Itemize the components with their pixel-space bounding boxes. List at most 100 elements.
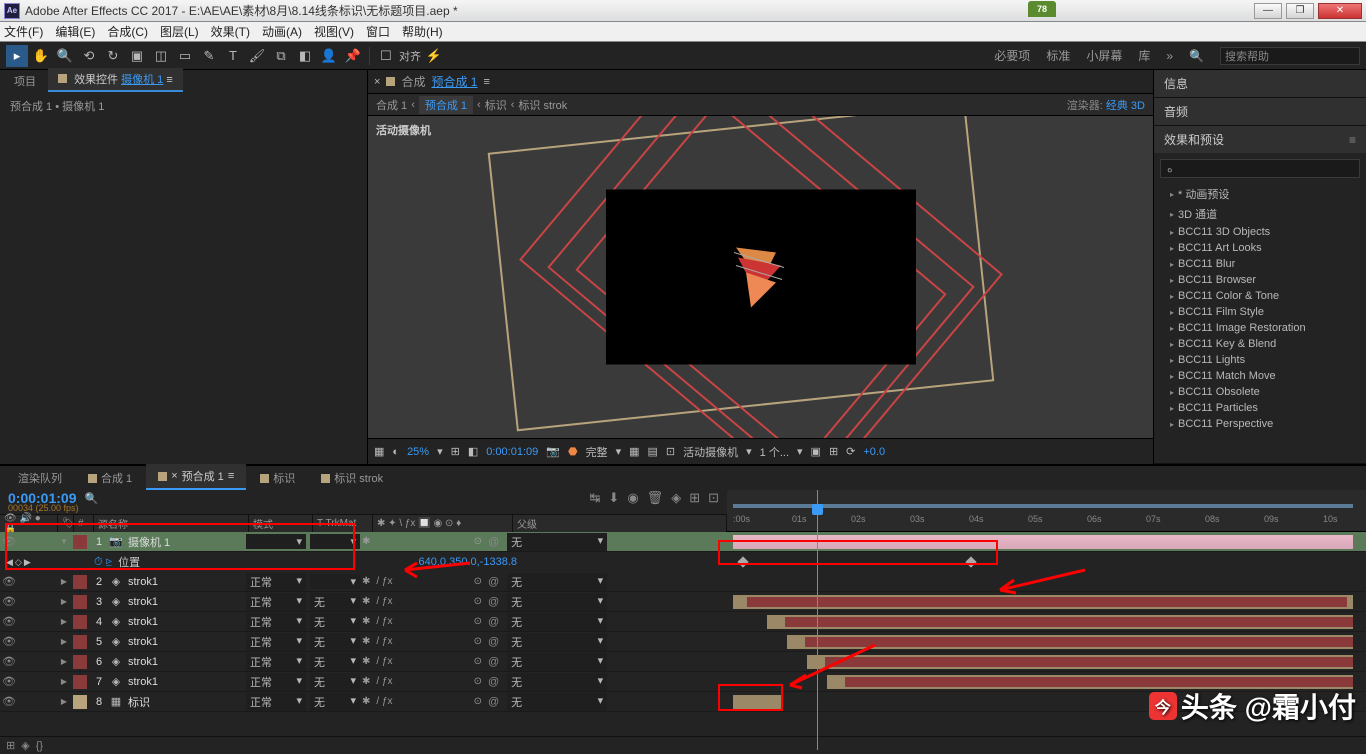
blend-mode[interactable]: 正常▾ — [246, 593, 306, 611]
switches[interactable]: ✱/ ƒx⊙ — [362, 636, 482, 647]
parent-select[interactable]: 无▾ — [507, 593, 607, 611]
alpha-icon[interactable]: ◐ — [392, 446, 399, 458]
bc-2[interactable]: 标识 — [485, 97, 507, 113]
switches[interactable]: ✱⊙ — [362, 536, 482, 547]
twirl-icon[interactable]: ▶ — [58, 697, 70, 706]
menu-edit[interactable]: 编辑(E) — [55, 23, 95, 40]
camera-tool[interactable]: ▣ — [126, 45, 148, 67]
guide-icon[interactable]: ▤ — [648, 445, 658, 458]
twirl-icon[interactable]: ▶ — [58, 677, 70, 686]
keyframe[interactable] — [737, 556, 748, 567]
layer-name[interactable]: strok1 — [124, 596, 244, 608]
minimize-button[interactable]: — — [1254, 3, 1282, 19]
label-color[interactable] — [73, 535, 87, 549]
visibility-toggle[interactable]: 👁 — [0, 695, 18, 708]
eraser-tool[interactable]: ◧ — [294, 45, 316, 67]
shape-tool[interactable]: ▭ — [174, 45, 196, 67]
toggle-switches-icon[interactable]: ⊞ — [6, 739, 15, 752]
bc-3[interactable]: 标识 strok — [518, 97, 567, 113]
layer-bar[interactable] — [733, 695, 783, 709]
menu-window[interactable]: 窗口 — [366, 23, 390, 40]
pen-tool[interactable]: ✎ — [198, 45, 220, 67]
timeline-tab[interactable]: × 预合成 1 ≡ — [146, 464, 246, 490]
trkmat[interactable]: 无▾ — [310, 653, 360, 671]
camera-select[interactable]: 活动摄像机 — [683, 444, 738, 460]
parent-select[interactable]: 无▾ — [507, 693, 607, 711]
lock-icon[interactable]: × — [374, 76, 380, 88]
label-color[interactable] — [73, 575, 87, 589]
parent-select[interactable]: 无▾ — [507, 673, 607, 691]
trkmat[interactable]: 无▾ — [310, 673, 360, 691]
parent-select[interactable]: 无▾ — [507, 613, 607, 631]
timeline-tab[interactable]: 合成 1 — [76, 466, 144, 490]
label-color[interactable] — [73, 675, 87, 689]
menu-effect[interactable]: 效果(T) — [211, 23, 250, 40]
layer-bar[interactable] — [733, 535, 1353, 549]
visibility-toggle[interactable]: 👁 — [0, 635, 18, 648]
bc-0[interactable]: 合成 1 — [376, 97, 407, 113]
mask-icon[interactable]: ⊡ — [666, 445, 675, 458]
pickwhip-icon[interactable]: @ — [482, 656, 505, 668]
pickwhip-icon[interactable]: @ — [482, 636, 505, 648]
pickwhip-icon[interactable]: @ — [482, 596, 505, 608]
maximize-button[interactable]: ❐ — [1286, 3, 1314, 19]
menu-view[interactable]: 视图(V) — [314, 23, 354, 40]
panbehind-tool[interactable]: ◫ — [150, 45, 172, 67]
parent-select[interactable]: 无▾ — [507, 573, 607, 591]
snap-toggle[interactable]: ☐ — [375, 45, 397, 67]
trkmat[interactable]: 无▾ — [310, 633, 360, 651]
timeline-tab[interactable]: 渲染队列 — [6, 466, 74, 490]
trkmat[interactable]: 无▾ — [310, 593, 360, 611]
selection-tool[interactable]: ▸ — [6, 45, 28, 67]
ws-standard[interactable]: 标准 — [1046, 47, 1070, 64]
puppet-tool[interactable]: 📌 — [342, 45, 364, 67]
trkmat[interactable]: 无▾ — [310, 693, 360, 711]
switches[interactable]: ✱/ ƒx⊙ — [362, 656, 482, 667]
visibility-toggle[interactable]: 👁 — [0, 655, 18, 668]
keyframe-nav[interactable]: ◀◇▶ — [0, 557, 50, 568]
clone-tool[interactable]: ⧉ — [270, 45, 292, 67]
res-icon[interactable]: ⊞ — [451, 445, 460, 458]
label-color[interactable] — [73, 595, 87, 609]
layer-row[interactable]: 👁 ▼ 1 📷 摄像机 1 ▾ ▾ ✱⊙ @ 无▾ — [0, 532, 1366, 552]
ws-more[interactable]: » — [1166, 49, 1173, 63]
layer-row[interactable]: 👁 ▶ 3 ◈ strok1 正常▾ 无▾ ✱/ ƒx⊙ @ 无▾ — [0, 592, 1366, 612]
blend-mode[interactable]: 正常▾ — [246, 613, 306, 631]
visibility-toggle[interactable]: 👁 — [0, 575, 18, 588]
layer-row[interactable]: 👁 ▶ 5 ◈ strok1 正常▾ 无▾ ✱/ ƒx⊙ @ 无▾ — [0, 632, 1366, 652]
preset-item[interactable]: BCC11 Art Looks — [1154, 240, 1366, 256]
visibility-toggle[interactable]: 👁 — [0, 535, 18, 548]
pickwhip-icon[interactable]: @ — [482, 676, 505, 688]
twirl-icon[interactable]: ▶ — [58, 637, 70, 646]
view1-icon[interactable]: ▣ — [811, 445, 821, 458]
layer-row[interactable]: 👁 ▶ 4 ◈ strok1 正常▾ 无▾ ✱/ ƒx⊙ @ 无▾ — [0, 612, 1366, 632]
preset-item[interactable]: BCC11 Perspective — [1154, 416, 1366, 432]
layer-bar-inner[interactable] — [747, 597, 1347, 607]
preset-item[interactable]: BCC11 Color & Tone — [1154, 288, 1366, 304]
layer-name[interactable]: strok1 — [124, 636, 244, 648]
switches[interactable]: ✱/ ƒx⊙ — [362, 616, 482, 627]
switches[interactable]: ✱/ ƒx⊙ — [362, 596, 482, 607]
twirl-icon[interactable]: ▼ — [58, 537, 70, 546]
preset-item[interactable]: BCC11 Browser — [1154, 272, 1366, 288]
ws-small[interactable]: 小屏幕 — [1086, 47, 1122, 64]
audio-panel-header[interactable]: 音频 — [1154, 98, 1366, 125]
pickwhip-icon[interactable]: @ — [482, 576, 505, 588]
preset-item[interactable]: BCC11 Particles — [1154, 400, 1366, 416]
tab-effect-controls[interactable]: 效果控件 摄像机 1 ≡ — [48, 68, 183, 92]
layer-bar-inner[interactable] — [785, 617, 1353, 627]
effects-search[interactable]: ه — [1160, 159, 1360, 178]
layer-name[interactable]: strok1 — [124, 616, 244, 628]
view3-icon[interactable]: ⟳ — [846, 445, 855, 458]
renderer-value[interactable]: 经典 3D — [1106, 100, 1145, 112]
timeline-ruler[interactable]: :00s01s02s03s04s05s06s07s08s09s10s — [727, 490, 1366, 531]
menu-layer[interactable]: 图层(L) — [160, 23, 199, 40]
visibility-toggle[interactable]: 👁 — [0, 675, 18, 688]
zoom-value[interactable]: 25% — [407, 446, 429, 458]
label-color[interactable] — [73, 695, 87, 709]
orbit-tool[interactable]: ⟲ — [78, 45, 100, 67]
menu-help[interactable]: 帮助(H) — [402, 23, 443, 40]
viewport[interactable]: 活动摄像机 — [368, 116, 1153, 438]
preset-item[interactable]: BCC11 Key & Blend — [1154, 336, 1366, 352]
trkmat[interactable]: ▾ — [310, 574, 360, 589]
